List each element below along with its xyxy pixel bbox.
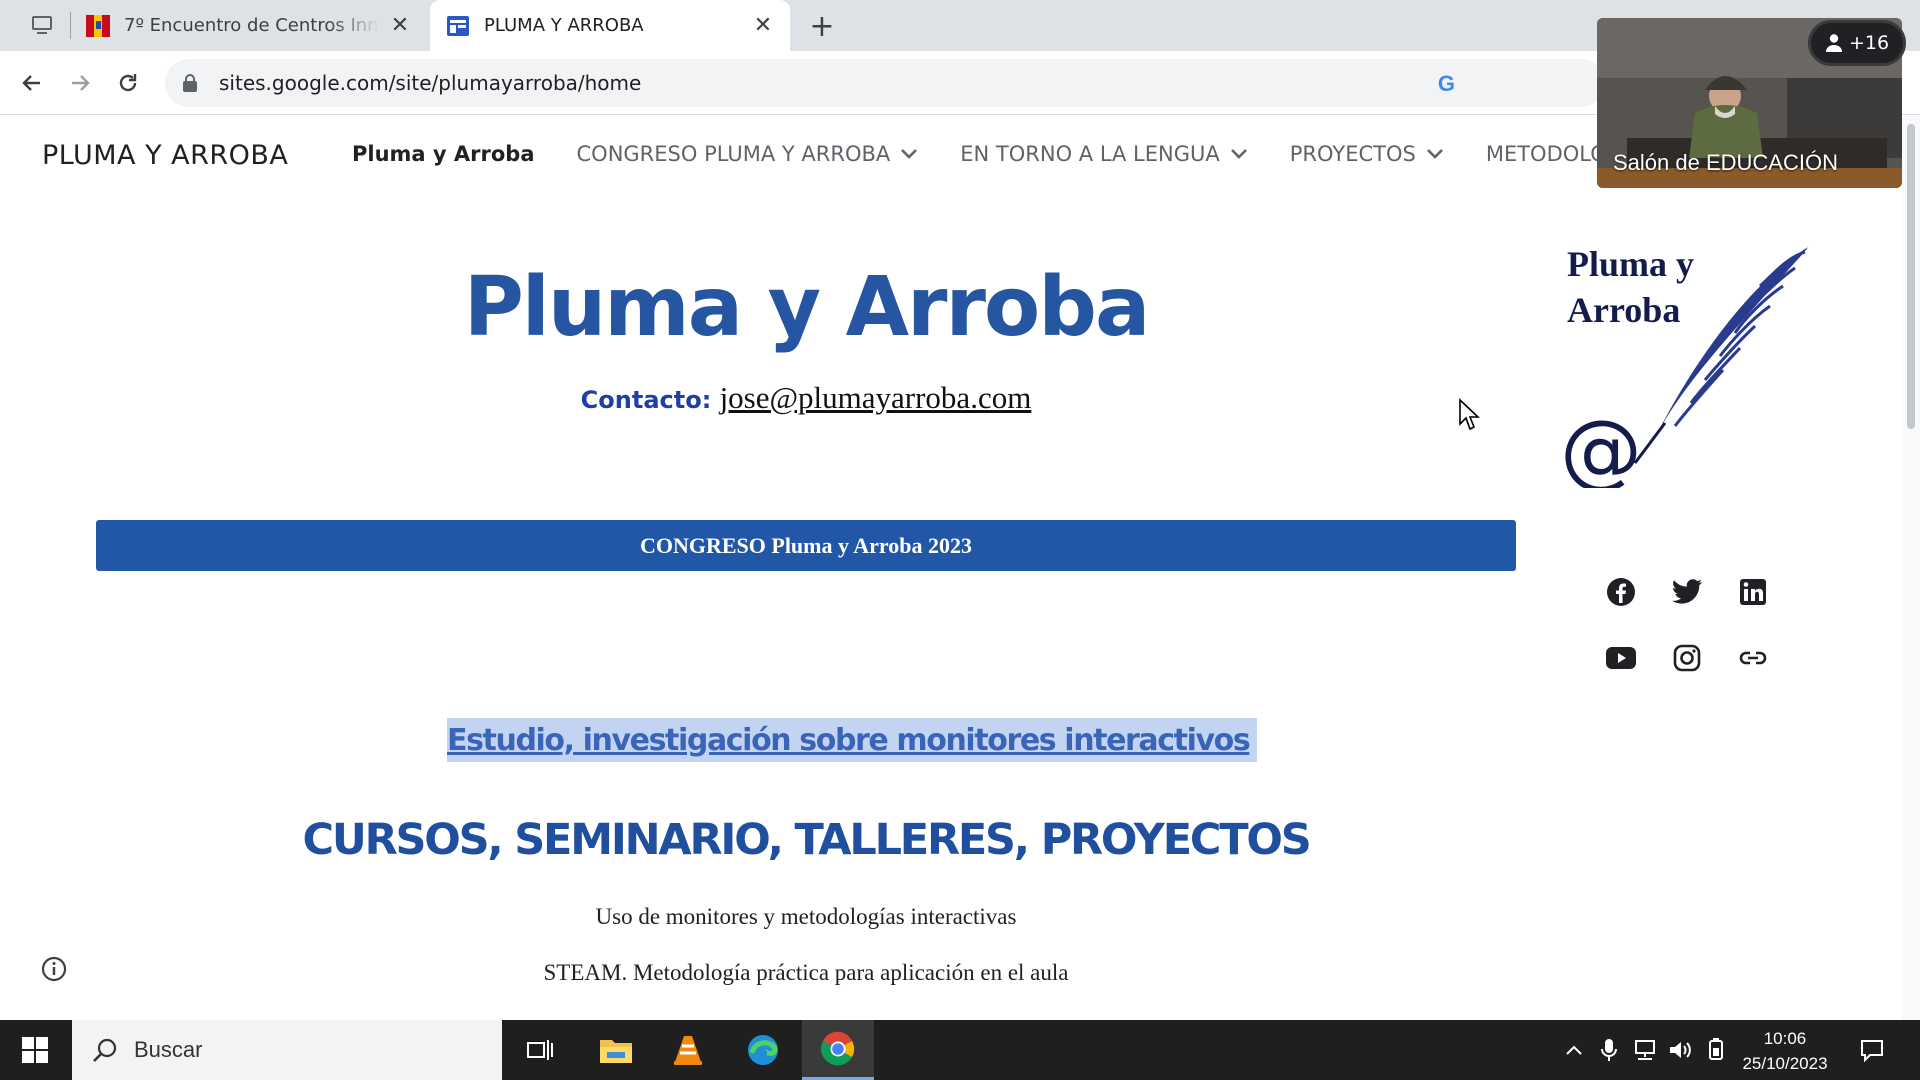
reload-icon[interactable]: [110, 65, 146, 101]
windows-taskbar: Buscar 10:06 25/10/2023: [0, 1020, 1920, 1080]
chrome-icon[interactable]: [802, 1020, 874, 1080]
paragraph: STEAM. Metodología práctica para aplicac…: [543, 960, 1069, 985]
nav-label: EN TORNO A LA LENGUA: [960, 142, 1220, 166]
contact-label: Contacto:: [580, 386, 712, 414]
microphone-icon[interactable]: [1595, 1020, 1623, 1080]
study-link-selected[interactable]: Estudio, investigación sobre monitores i…: [447, 718, 1258, 762]
show-hidden-icons-chevron-up-icon[interactable]: [1560, 1020, 1588, 1080]
network-icon[interactable]: [1630, 1020, 1660, 1080]
paragraph: Uso de monitores y metodologías interact…: [595, 904, 1017, 929]
search-icon: [93, 1038, 117, 1062]
person-icon: [1825, 34, 1842, 52]
clock-date: 25/10/2023: [1742, 1054, 1828, 1073]
nav-item-pluma-y-arroba[interactable]: Pluma y Arroba: [352, 142, 535, 166]
search-placeholder: Buscar: [134, 1037, 203, 1062]
close-tab-icon[interactable]: ✕: [752, 13, 774, 38]
chevron-down-icon[interactable]: [1426, 148, 1444, 160]
forward-icon[interactable]: [62, 65, 98, 101]
twitter-icon[interactable]: [1670, 575, 1704, 609]
participants-count: +16: [1848, 32, 1890, 54]
site-brand[interactable]: PLUMA Y ARROBA: [42, 140, 288, 171]
battery-icon[interactable]: [1702, 1020, 1730, 1080]
file-explorer-icon[interactable]: [580, 1020, 652, 1080]
spain-flag-favicon-icon: [86, 14, 110, 37]
chevron-down-icon[interactable]: [1230, 148, 1248, 160]
contact-email-link[interactable]: jose@plumayarroba.com: [720, 380, 1032, 415]
site-navigation: Pluma y Arroba CONGRESO PLUMA Y ARROBA E…: [352, 142, 1686, 166]
mouse-cursor-icon: [1459, 398, 1481, 431]
tab-search-icon[interactable]: [22, 10, 62, 40]
youtube-icon[interactable]: [1604, 641, 1638, 675]
nav-label: Pluma y Arroba: [352, 142, 535, 166]
volume-icon[interactable]: [1666, 1020, 1696, 1080]
address-bar[interactable]: sites.google.com/site/plumayarroba/home …: [165, 59, 1605, 107]
nav-label: PROYECTOS: [1289, 142, 1416, 166]
back-icon[interactable]: [14, 65, 50, 101]
new-tab-button[interactable]: +: [806, 9, 838, 44]
pluma-y-arroba-logo: Pluma y Arroba @: [1560, 244, 1811, 488]
scrollbar-thumb[interactable]: [1907, 124, 1915, 429]
congreso-button-label: CONGRESO Pluma y Arroba 2023: [639, 532, 973, 558]
logo-text-line2: Arroba: [1567, 290, 1680, 330]
taskbar-search-box[interactable]: Buscar: [72, 1020, 502, 1080]
chevron-down-icon[interactable]: [900, 148, 918, 160]
tab-encuentro[interactable]: 7º Encuentro de Centros Innovadores ✕: [72, 0, 425, 51]
page-scrollbar[interactable]: [1902, 116, 1920, 1020]
system-clock[interactable]: 10:06 25/10/2023: [1730, 1026, 1840, 1076]
info-icon[interactable]: [40, 955, 68, 983]
nav-item-congreso[interactable]: CONGRESO PLUMA Y ARROBA: [577, 142, 919, 166]
tab-title: 7º Encuentro de Centros Innovadores: [124, 15, 379, 36]
tab-pluma-y-arroba[interactable]: PLUMA Y ARROBA ✕: [430, 0, 790, 51]
lock-icon[interactable]: [181, 73, 199, 93]
logo-text-line1: Pluma y: [1567, 244, 1694, 284]
nav-item-proyectos[interactable]: PROYECTOS: [1290, 142, 1444, 166]
task-view-icon[interactable]: [504, 1020, 576, 1080]
page-title: Pluma y Arroba: [463, 260, 1151, 355]
close-tab-icon[interactable]: ✕: [389, 13, 411, 38]
edge-browser-icon[interactable]: [727, 1020, 799, 1080]
logo-at-symbol: @: [1560, 403, 1642, 488]
congreso-button[interactable]: CONGRESO Pluma y Arroba 2023: [96, 520, 1516, 571]
tab-separator: [70, 12, 71, 39]
google-sites-favicon-icon: [447, 15, 469, 36]
nav-label: CONGRESO PLUMA Y ARROBA: [576, 142, 891, 166]
video-room-label: Salón de EDUCACIÓN: [1613, 150, 1838, 175]
clock-time: 10:06: [1763, 1029, 1807, 1048]
link-icon[interactable]: [1736, 641, 1770, 675]
section-heading: CURSOS, SEMINARIO, TALLERES, PROYECTOS: [302, 815, 1312, 865]
linkedin-icon[interactable]: [1736, 575, 1770, 609]
participants-badge[interactable]: +16: [1808, 20, 1906, 66]
google-lens-icon[interactable]: G: [1438, 71, 1455, 97]
tab-title: PLUMA Y ARROBA: [484, 15, 644, 36]
nav-item-en-torno-a-la-lengua[interactable]: EN TORNO A LA LENGUA: [960, 142, 1247, 166]
vlc-icon[interactable]: [652, 1020, 724, 1080]
facebook-icon[interactable]: [1604, 575, 1638, 609]
windows-start-icon[interactable]: [0, 1020, 70, 1080]
contact-line: Contacto: jose@plumayarroba.com: [0, 380, 1612, 416]
instagram-icon[interactable]: [1670, 641, 1704, 675]
url-text[interactable]: sites.google.com/site/plumayarroba/home: [219, 71, 641, 95]
notifications-icon[interactable]: [1852, 1020, 1892, 1080]
